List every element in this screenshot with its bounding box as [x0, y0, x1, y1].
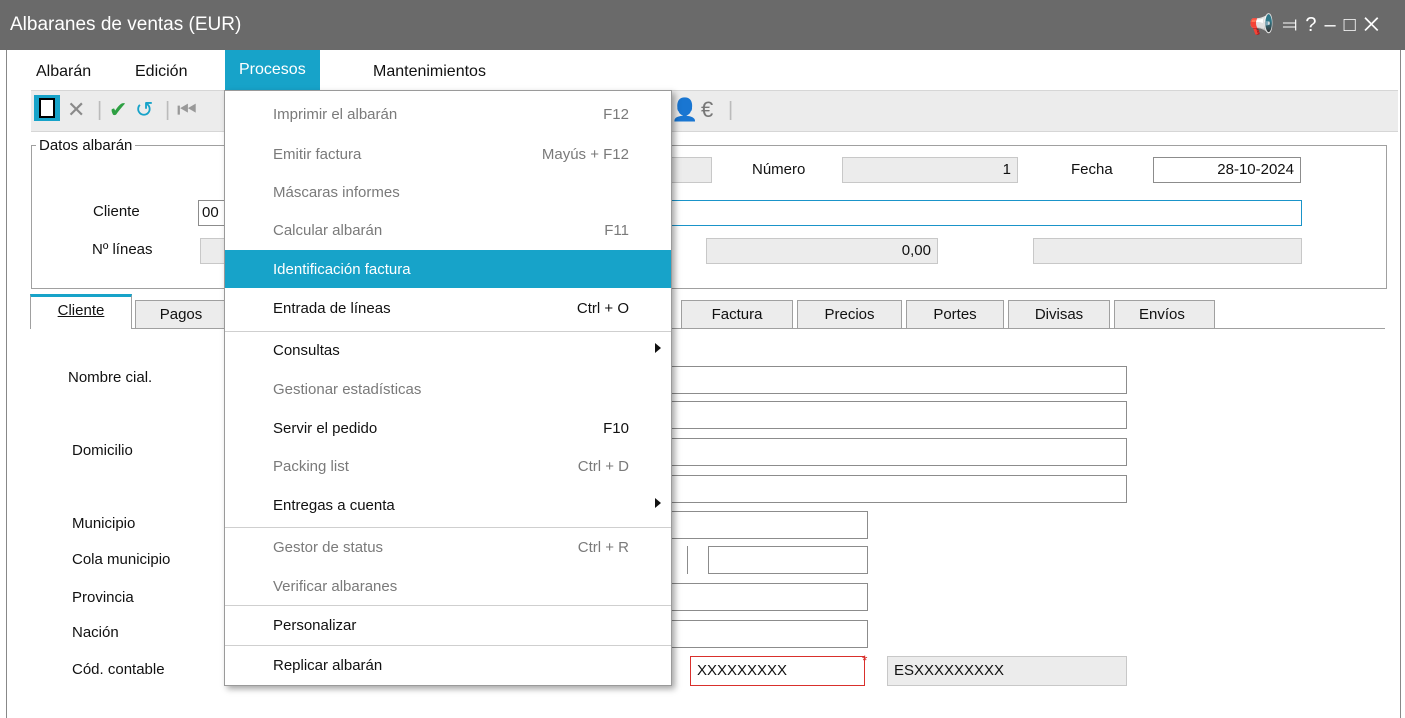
- nombre-cial-label: Nombre cial.: [68, 369, 153, 386]
- cola-municipio-extra-field[interactable]: [708, 546, 868, 574]
- user-icon[interactable]: 👤: [671, 97, 698, 123]
- extra-field: [1033, 238, 1302, 264]
- menu-edicion[interactable]: Edición: [135, 63, 187, 81]
- cliente-label: Cliente: [93, 203, 140, 220]
- menu-albaran[interactable]: Albarán: [36, 63, 91, 81]
- euro-icon[interactable]: €: [701, 97, 713, 123]
- provincia-field[interactable]: [668, 583, 868, 611]
- new-icon[interactable]: [34, 95, 60, 121]
- nombre-cial-field[interactable]: [668, 366, 1127, 394]
- help-button[interactable]: ?: [1305, 14, 1324, 36]
- close-button[interactable]: ✕: [1364, 14, 1387, 36]
- menu-identificacion-factura[interactable]: Identificación factura: [225, 250, 671, 288]
- menu-replicar-albaran[interactable]: Replicar albarán: [225, 646, 671, 684]
- accept-icon[interactable]: ✔: [109, 97, 127, 123]
- pin-icon[interactable]: ⫤: [1282, 14, 1305, 36]
- delete-icon[interactable]: ✕: [67, 97, 85, 123]
- first-icon[interactable]: ⏮: [177, 97, 197, 123]
- datos-albaran-legend: Datos albarán: [36, 137, 136, 154]
- domicilio-field-2[interactable]: [668, 438, 1127, 466]
- tab-pagos[interactable]: Pagos: [135, 300, 227, 328]
- menu-procesos[interactable]: Procesos: [225, 50, 320, 90]
- menu-servir-pedido[interactable]: Servir el pedido F10: [225, 409, 671, 447]
- tab-precios[interactable]: Precios: [797, 300, 902, 328]
- tab-factura[interactable]: Factura: [681, 300, 793, 328]
- domicilio-field-3[interactable]: [668, 475, 1127, 503]
- maximize-button[interactable]: □: [1344, 14, 1364, 36]
- menu-mantenimientos[interactable]: Mantenimientos: [373, 63, 486, 81]
- municipio-label: Municipio: [72, 515, 136, 532]
- required-icon: *: [862, 652, 868, 668]
- nacion-label: Nación: [72, 624, 119, 641]
- tab-divisas[interactable]: Divisas: [1008, 300, 1110, 328]
- provincia-label: Provincia: [72, 589, 134, 606]
- menu-personalizar[interactable]: Personalizar: [225, 606, 671, 644]
- title-bar: Albaranes de ventas (EUR) 📢⫤?–□✕: [0, 0, 1405, 50]
- toolbar-separator: |: [165, 99, 171, 121]
- menu-consultas[interactable]: Consultas: [225, 331, 671, 369]
- cliente-name-field[interactable]: [668, 200, 1302, 226]
- menu-mascaras-informes[interactable]: Máscaras informes: [225, 173, 671, 211]
- minimize-button[interactable]: –: [1325, 14, 1344, 36]
- cod-contable-field[interactable]: XXXXXXXXX: [690, 656, 865, 686]
- menu-entrada-lineas[interactable]: Entrada de líneas Ctrl + O: [225, 289, 671, 327]
- total-field: 0,00: [706, 238, 938, 264]
- submenu-arrow-icon: [655, 343, 661, 353]
- serie-field: [668, 157, 712, 183]
- menu-entregas-cuenta[interactable]: Entregas a cuenta: [225, 486, 671, 524]
- submenu-arrow-icon: [655, 498, 661, 508]
- menu-emitir-factura[interactable]: Emitir factura Mayús + F12: [225, 135, 671, 173]
- numero-field: 1: [842, 157, 1018, 183]
- tab-cliente[interactable]: Cliente: [30, 294, 132, 329]
- numero-label: Número: [752, 161, 806, 178]
- cola-municipio-label: Cola municipio: [72, 551, 171, 568]
- nif-field: ESXXXXXXXXX: [887, 656, 1127, 686]
- menu-gestor-status[interactable]: Gestor de status Ctrl + R: [225, 528, 671, 566]
- menu-gestionar-estadisticas[interactable]: Gestionar estadísticas: [225, 370, 671, 408]
- window-title: Albaranes de ventas (EUR): [10, 14, 242, 35]
- menu-packing-list[interactable]: Packing list Ctrl + D: [225, 447, 671, 485]
- cod-contable-label: Cód. contable: [72, 661, 165, 678]
- menu-imprimir-albaran[interactable]: Imprimir el albarán F12: [225, 95, 671, 133]
- domicilio-label: Domicilio: [72, 442, 133, 459]
- menu-bar: Albarán Edición Procesos Mantenimientos: [7, 50, 1398, 90]
- toolbar-separator: |: [728, 99, 734, 121]
- tab-envios[interactable]: Envíos: [1114, 300, 1215, 328]
- megaphone-icon[interactable]: 📢: [1249, 14, 1282, 36]
- municipio-field[interactable]: [668, 511, 868, 539]
- fecha-label: Fecha: [1071, 161, 1113, 178]
- tab-portes[interactable]: Portes: [906, 300, 1004, 328]
- procesos-dropdown: Imprimir el albarán F12 Emitir factura May…: [224, 90, 672, 686]
- window-controls: 📢⫤?–□✕: [1249, 12, 1387, 37]
- undo-icon[interactable]: ↺: [135, 97, 153, 123]
- fecha-field[interactable]: 28-10-2024: [1153, 157, 1301, 183]
- domicilio-field-1[interactable]: [668, 401, 1127, 429]
- lineas-label: Nº líneas: [92, 241, 153, 258]
- menu-calcular-albaran[interactable]: Calcular albarán F11: [225, 211, 671, 249]
- nacion-field[interactable]: [668, 620, 868, 648]
- menu-verificar-albaranes[interactable]: Verificar albaranes: [225, 567, 671, 605]
- toolbar-separator: |: [97, 99, 103, 121]
